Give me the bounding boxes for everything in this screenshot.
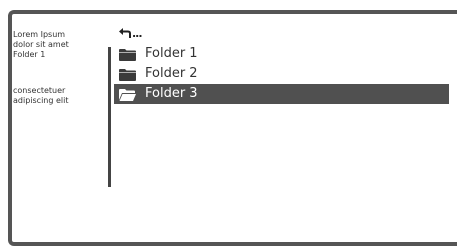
pane-divider[interactable]	[108, 47, 111, 187]
sidebar-item[interactable]: adipiscing elit	[13, 96, 103, 106]
folder-row[interactable]: Folder 1	[114, 44, 449, 64]
sidebar-item[interactable]: consectetuer	[13, 86, 103, 96]
folder-label: Folder 3	[145, 86, 198, 101]
back-button[interactable]: ...	[119, 26, 143, 40]
folder-row-selected[interactable]: Folder 3	[114, 84, 449, 104]
folder-label: Folder 1	[145, 46, 198, 61]
sidebar-item[interactable]: Lorem Ipsum	[13, 30, 103, 40]
folder-icon	[119, 68, 136, 81]
path-ellipsis: ...	[132, 26, 143, 40]
sidebar: Lorem Ipsum dolor sit amet Folder 1 cons…	[13, 30, 103, 106]
folder-list: Folder 1 Folder 2 Folder 3	[114, 44, 449, 104]
sidebar-item[interactable]: Folder 1	[13, 50, 103, 60]
back-arrow-icon	[119, 28, 131, 38]
folder-icon	[119, 48, 136, 61]
folder-label: Folder 2	[145, 66, 198, 81]
open-folder-icon	[119, 88, 136, 101]
sidebar-item[interactable]: dolor sit amet	[13, 40, 103, 50]
folder-row[interactable]: Folder 2	[114, 64, 449, 84]
